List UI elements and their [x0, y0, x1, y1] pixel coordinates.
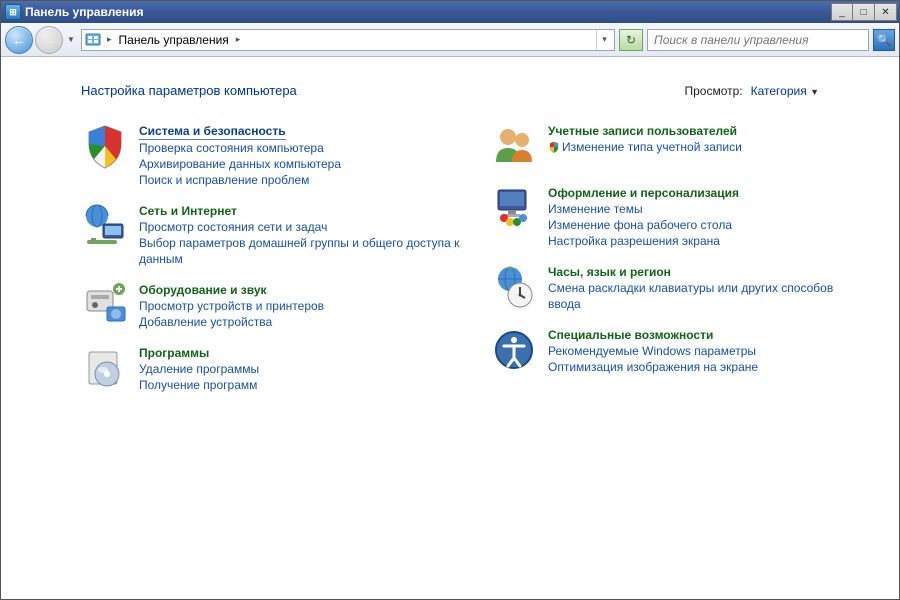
titlebar: ⊞ Панель управления _ □ ✕: [1, 1, 899, 23]
refresh-button[interactable]: ↻: [619, 29, 643, 51]
category-link[interactable]: Проверка состояния компьютера: [139, 140, 341, 156]
content-area: Настройка параметров компьютера Просмотр…: [1, 57, 899, 599]
category-title[interactable]: Оформление и персонализация: [548, 186, 739, 201]
category-link[interactable]: Просмотр устройств и принтеров: [139, 298, 324, 314]
category-shield: Система и безопасностьПроверка состояния…: [81, 122, 460, 188]
category-title[interactable]: Программы: [139, 346, 209, 361]
category-network: Сеть и ИнтернетПросмотр состояния сети и…: [81, 202, 460, 267]
view-by-dropdown[interactable]: Просмотр: Категория ▼: [684, 84, 819, 98]
history-dropdown[interactable]: ▼: [65, 30, 77, 50]
forward-button[interactable]: →: [35, 26, 63, 54]
shield-icon: [81, 122, 129, 170]
category-users: Учетные записи пользователейИзменение ти…: [490, 122, 869, 170]
chevron-down-icon: ▼: [810, 87, 819, 97]
minimize-button[interactable]: _: [831, 3, 853, 21]
category-title[interactable]: Часы, язык и регион: [548, 265, 671, 280]
category-body: Учетные записи пользователейИзменение ти…: [548, 122, 742, 170]
search-input[interactable]: [650, 33, 866, 47]
hardware-icon: [81, 281, 129, 329]
breadcrumb-item[interactable]: Панель управления: [115, 33, 233, 47]
category-title[interactable]: Оборудование и звук: [139, 283, 267, 298]
view-label: Просмотр:: [684, 84, 742, 98]
category-body: Оформление и персонализацияИзменение тем…: [548, 184, 739, 249]
breadcrumb-sep-icon[interactable]: ▸: [104, 34, 115, 45]
category-link[interactable]: Смена раскладки клавиатуры или других сп…: [548, 280, 869, 312]
category-body: Система и безопасностьПроверка состояния…: [139, 122, 341, 188]
window-title: Панель управления: [25, 5, 831, 19]
category-link[interactable]: Выбор параметров домашней группы и общег…: [139, 235, 460, 267]
network-icon: [81, 202, 129, 250]
category-link[interactable]: Настройка разрешения экрана: [548, 233, 739, 249]
category-body: Оборудование и звукПросмотр устройств и …: [139, 281, 324, 330]
close-button[interactable]: ✕: [875, 3, 897, 21]
search-box: [647, 29, 869, 51]
window-buttons: _ □ ✕: [831, 3, 897, 21]
category-programs: ПрограммыУдаление программыПолучение про…: [81, 344, 460, 393]
category-body: ПрограммыУдаление программыПолучение про…: [139, 344, 259, 393]
category-link[interactable]: Добавление устройства: [139, 314, 324, 330]
category-clock: Часы, язык и регионСмена раскладки клави…: [490, 263, 869, 312]
right-column: Учетные записи пользователейИзменение ти…: [490, 122, 869, 407]
view-value[interactable]: Категория ▼: [751, 84, 819, 98]
category-link[interactable]: Архивирование данных компьютера: [139, 156, 341, 172]
category-link[interactable]: Поиск и исправление проблем: [139, 172, 341, 188]
programs-icon: [81, 344, 129, 392]
left-column: Система и безопасностьПроверка состояния…: [81, 122, 460, 407]
category-link[interactable]: Оптимизация изображения на экране: [548, 359, 758, 375]
category-body: Часы, язык и регионСмена раскладки клави…: [548, 263, 869, 312]
category-columns: Система и безопасностьПроверка состояния…: [81, 122, 869, 407]
category-link[interactable]: Изменение типа учетной записи: [548, 139, 742, 155]
content-header: Настройка параметров компьютера Просмотр…: [81, 83, 869, 98]
category-link[interactable]: Просмотр состояния сети и задач: [139, 219, 460, 235]
navbar: ← → ▼ ▸ Панель управления ▸ ▾ ↻ 🔍: [1, 23, 899, 57]
category-appearance: Оформление и персонализацияИзменение тем…: [490, 184, 869, 249]
category-link[interactable]: Удаление программы: [139, 361, 259, 377]
search-go-button[interactable]: 🔍: [873, 29, 895, 51]
access-icon: [490, 326, 538, 374]
category-title[interactable]: Сеть и Интернет: [139, 204, 237, 219]
category-link[interactable]: Получение программ: [139, 377, 259, 393]
nav-arrows: ← → ▼: [5, 26, 77, 54]
appearance-icon: [490, 184, 538, 232]
category-title[interactable]: Система и безопасность: [139, 124, 286, 140]
category-access: Специальные возможностиРекомендуемые Win…: [490, 326, 869, 375]
users-icon: [490, 122, 538, 170]
window-icon: ⊞: [5, 4, 21, 20]
address-bar[interactable]: ▸ Панель управления ▸ ▾: [81, 29, 615, 51]
category-link[interactable]: Рекомендуемые Windows параметры: [548, 343, 758, 359]
category-link[interactable]: Изменение фона рабочего стола: [548, 217, 739, 233]
category-link[interactable]: Изменение темы: [548, 201, 739, 217]
control-panel-icon: [84, 32, 102, 48]
back-button[interactable]: ←: [5, 26, 33, 54]
category-body: Сеть и ИнтернетПросмотр состояния сети и…: [139, 202, 460, 267]
category-body: Специальные возможностиРекомендуемые Win…: [548, 326, 758, 375]
breadcrumb-sep-icon[interactable]: ▸: [233, 34, 244, 45]
page-title: Настройка параметров компьютера: [81, 83, 297, 98]
maximize-button[interactable]: □: [853, 3, 875, 21]
category-title[interactable]: Специальные возможности: [548, 328, 713, 343]
category-hardware: Оборудование и звукПросмотр устройств и …: [81, 281, 460, 330]
category-title[interactable]: Учетные записи пользователей: [548, 124, 737, 139]
clock-icon: [490, 263, 538, 311]
address-dropdown[interactable]: ▾: [596, 30, 612, 50]
